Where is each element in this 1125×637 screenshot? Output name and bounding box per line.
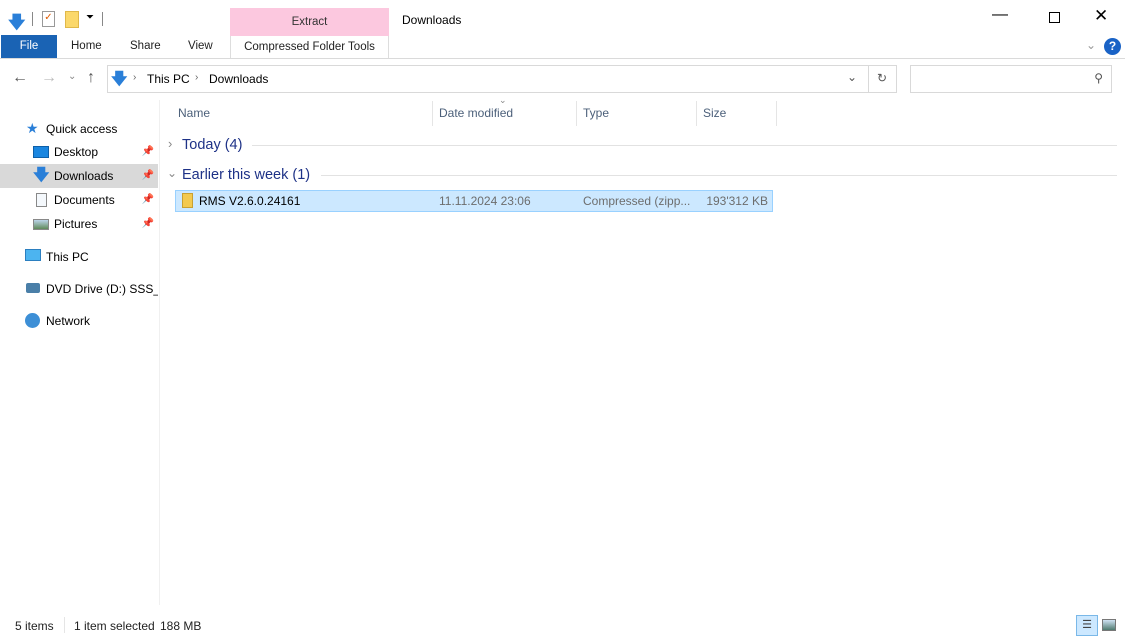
group-today[interactable]: Today (4) <box>182 137 242 153</box>
sidebar-network[interactable]: Network <box>46 314 90 328</box>
file-row[interactable]: RMS V2.6.0.24161 11.11.2024 23:06 Compre… <box>175 190 773 212</box>
tab-home[interactable]: Home <box>71 40 102 52</box>
customize-qat-icon[interactable]: ⏷ <box>86 12 94 23</box>
properties-icon[interactable]: ✓ <box>42 11 55 27</box>
sidebar-this-pc[interactable]: This PC <box>46 250 89 264</box>
tab-share[interactable]: Share <box>130 40 161 52</box>
chevron-down-icon[interactable]: ⌄ <box>167 166 177 180</box>
pin-icon: 📌 <box>141 218 154 229</box>
window-title: Downloads <box>402 13 462 27</box>
status-item-count: 5 items <box>15 619 54 633</box>
minimize-button[interactable]: — <box>992 6 1008 24</box>
file-name: RMS V2.6.0.24161 <box>199 194 301 208</box>
column-date-modified[interactable]: Date modified <box>439 106 513 120</box>
separator <box>32 12 33 26</box>
sort-indicator-icon: ⌄ <box>499 95 507 105</box>
sidebar-item-label: Pictures <box>54 217 98 231</box>
search-input[interactable]: ⚲ <box>910 65 1112 93</box>
breadcrumb-downloads[interactable]: Downloads <box>209 72 268 86</box>
details-view-button[interactable]: ☰ <box>1076 615 1098 636</box>
sidebar-item-label: Downloads <box>54 169 114 183</box>
status-selected-size: 188 MB <box>160 619 202 633</box>
refresh-button[interactable]: ↻ <box>868 65 897 93</box>
sidebar-item-pictures[interactable]: Pictures 📌 <box>0 212 158 236</box>
sidebar-quick-access[interactable]: Quick access <box>46 122 117 136</box>
group-divider <box>321 175 1117 176</box>
sidebar-item-label: Desktop <box>54 145 99 159</box>
sidebar-item-documents[interactable]: Documents 📌 <box>0 188 158 212</box>
address-bar[interactable]: 🡇 › This PC › Downloads ⌄ <box>107 65 869 93</box>
tab-view[interactable]: View <box>188 40 213 52</box>
divider <box>64 617 65 633</box>
forward-button[interactable]: → <box>41 69 57 87</box>
pane-divider[interactable] <box>159 100 160 605</box>
file-tab[interactable]: File <box>1 35 57 58</box>
file-size: 193'312 KB <box>706 194 768 208</box>
expand-ribbon-icon[interactable]: ⌄ <box>1086 38 1096 52</box>
column-name[interactable]: Name <box>178 106 210 120</box>
column-type[interactable]: Type <box>583 106 609 120</box>
status-selected: 1 item selected <box>74 619 155 633</box>
network-icon <box>25 313 40 328</box>
dvd-drive-icon <box>26 283 40 293</box>
sidebar-item-label: Documents <box>54 193 115 207</box>
sidebar-dvd-drive[interactable]: DVD Drive (D:) SSS_X6 <box>46 282 158 296</box>
zip-file-icon <box>182 193 193 208</box>
chevron-right-icon: › <box>195 72 199 83</box>
separator <box>102 12 103 26</box>
pin-icon: 📌 <box>141 170 154 181</box>
this-pc-icon <box>25 249 41 261</box>
column-separator[interactable] <box>432 101 433 126</box>
tab-compressed-folder-tools[interactable]: Compressed Folder Tools <box>230 36 389 58</box>
pin-icon: 📌 <box>141 194 154 205</box>
up-button[interactable]: ↑ <box>87 69 95 87</box>
large-icons-view-button[interactable] <box>1102 619 1116 631</box>
context-group-extract: Extract <box>230 8 389 36</box>
file-type: Compressed (zipp... <box>583 194 691 208</box>
downloads-icon: 🡇 <box>111 71 128 88</box>
chevron-right-icon: › <box>133 72 137 83</box>
search-icon: ⚲ <box>1094 71 1103 85</box>
group-divider <box>252 145 1117 146</box>
column-separator[interactable] <box>776 101 777 126</box>
refresh-icon: ↻ <box>877 71 888 85</box>
address-dropdown-icon[interactable]: ⌄ <box>847 70 857 84</box>
recent-locations-icon[interactable]: ⌄ <box>68 71 76 82</box>
downloads-icon: 🡇 <box>33 167 50 184</box>
star-icon: ★ <box>26 120 39 136</box>
pin-icon: 📌 <box>141 146 154 157</box>
help-icon[interactable]: ? <box>1104 38 1121 55</box>
file-date: 11.11.2024 23:06 <box>439 194 531 208</box>
maximize-button[interactable] <box>1049 12 1060 23</box>
pictures-icon <box>33 219 49 230</box>
chevron-right-icon[interactable]: › <box>168 136 172 151</box>
breadcrumb-this-pc[interactable]: This PC <box>147 72 190 86</box>
documents-icon <box>36 193 47 207</box>
back-button[interactable]: ← <box>12 69 28 87</box>
group-earlier-this-week[interactable]: Earlier this week (1) <box>182 167 310 183</box>
divider <box>0 58 1125 59</box>
column-size[interactable]: Size <box>703 106 726 120</box>
close-button[interactable]: ✕ <box>1094 6 1108 26</box>
desktop-icon <box>33 146 49 158</box>
column-separator[interactable] <box>696 101 697 126</box>
sidebar-item-desktop[interactable]: Desktop 📌 <box>0 140 158 164</box>
column-separator[interactable] <box>576 101 577 126</box>
new-folder-icon[interactable] <box>65 11 79 28</box>
sidebar-item-downloads[interactable]: 🡇 Downloads 📌 <box>0 164 158 188</box>
